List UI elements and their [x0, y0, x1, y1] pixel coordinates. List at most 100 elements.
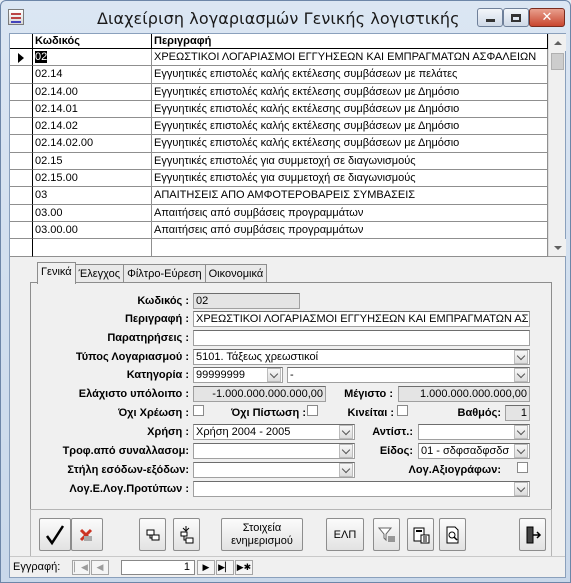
max-balance-field[interactable]: 1.000.000.000.000,00	[398, 386, 530, 402]
income-column-combo[interactable]	[193, 462, 355, 478]
min-balance-field[interactable]: -1.000.000.000.000,00	[193, 386, 326, 402]
cell-description[interactable]: Εγγυητικές επιστολές καλής εκτέλεσης συμ…	[152, 83, 548, 101]
cell-code[interactable]: 02.15	[33, 152, 152, 171]
table-row[interactable]: 02.14 Εγγυητικές επιστολές καλής εκτέλεση…	[10, 66, 548, 84]
cell-code[interactable]	[33, 239, 152, 257]
column-header-code[interactable]: Κωδικός	[33, 34, 152, 49]
row-selector[interactable]	[10, 135, 33, 153]
minimize-button[interactable]	[477, 8, 503, 27]
row-selector-header[interactable]	[10, 34, 33, 49]
row-selector[interactable]	[10, 170, 33, 188]
maximize-button[interactable]	[503, 8, 529, 27]
first-record-icon[interactable]: ▏◀	[72, 560, 90, 575]
cell-description[interactable]: Εγγυητικές επιστολές καλής εκτέλεσης συμ…	[152, 100, 548, 119]
title-bar[interactable]: Διαχείριση λογαριασμών Γενικής λογιστική…	[1, 1, 570, 33]
confirm-button[interactable]	[39, 518, 71, 551]
cell-description[interactable]: Εγγυητικές επιστολές καλής εκτέλεσης συμ…	[152, 118, 548, 136]
chevron-down-icon[interactable]	[514, 350, 528, 364]
cell-code[interactable]: 02.14	[33, 66, 152, 84]
cell-code[interactable]: 02.14.02	[33, 118, 152, 136]
no-debit-checkbox[interactable]	[193, 405, 204, 416]
cell-code[interactable]: 02.15.00	[33, 170, 152, 188]
table-row[interactable]: 02.14.00 Εγγυητικές επιστολές καλής εκτέλ…	[10, 83, 548, 101]
remarks-field[interactable]	[193, 330, 530, 346]
new-record-icon[interactable]: ▶✱	[235, 560, 253, 575]
column-header-description[interactable]: Περιγραφή	[152, 34, 548, 49]
chevron-down-icon[interactable]	[514, 482, 528, 496]
tab-general[interactable]: Γενικά	[37, 262, 76, 284]
moves-checkbox[interactable]	[397, 405, 408, 416]
cell-description[interactable]	[152, 239, 548, 257]
scroll-thumb[interactable]	[551, 53, 564, 70]
row-selector[interactable]	[10, 221, 33, 240]
scroll-down-icon[interactable]	[549, 239, 566, 256]
cell-code[interactable]: 02	[33, 49, 152, 67]
next-record-icon[interactable]: ▶	[197, 560, 215, 575]
update-info-button[interactable]: Στοιχεία ενημερισμού	[221, 518, 303, 551]
table-row[interactable]: 02.15.00 Εγγυητικές επιστολές για συμμετο…	[10, 170, 548, 188]
table-row[interactable]: 02.14.02.00 Εγγυητικές επιστολές καλής εκ…	[10, 135, 548, 153]
previous-record-icon[interactable]: ◀	[91, 560, 109, 575]
filter-button[interactable]	[373, 518, 400, 551]
tree-structure-button[interactable]	[173, 518, 200, 551]
table-row[interactable]: 02 ΧΡΕΩΣΤΙΚΟΙ ΛΟΓΑΡΙΑΣΜΟΙ ΕΓΓΥΗΣΕΩΝ ΚΑΙ Ε…	[10, 49, 548, 67]
chevron-down-icon[interactable]	[514, 368, 528, 382]
cell-description[interactable]: Εγγυητικές επιστολές για συμμετοχή σε δι…	[152, 170, 548, 188]
cell-description[interactable]: Εγγυητικές επιστολές καλής εκτέλεσης συμ…	[152, 66, 548, 84]
row-selector[interactable]	[10, 204, 33, 222]
elp-button[interactable]: ΕΛΠ	[326, 518, 364, 551]
chevron-down-icon[interactable]	[267, 368, 281, 382]
cell-code[interactable]: 02.14.01	[33, 100, 152, 119]
table-row[interactable]: 03.00.00 Απαιτήσεις από συμβάσεις προγραμ…	[10, 221, 548, 240]
table-row[interactable]: 03.00 Απαιτήσεις από συμβάσεις προγραμμάτ…	[10, 204, 548, 222]
feed-combo[interactable]	[193, 443, 355, 459]
row-selector[interactable]	[10, 118, 33, 136]
no-credit-checkbox[interactable]	[307, 405, 318, 416]
cell-description[interactable]: ΧΡΕΩΣΤΙΚΟΙ ΛΟΓΑΡΙΑΣΜΟΙ ΕΓΓΥΗΣΕΩΝ ΚΑΙ ΕΜΠ…	[152, 49, 548, 67]
cancel-button[interactable]	[71, 518, 103, 551]
cell-code[interactable]: 02.14.02.00	[33, 135, 152, 153]
tab-financial[interactable]: Οικονομικά	[204, 264, 268, 284]
degree-field[interactable]: 1	[505, 405, 530, 421]
valuation-checkbox[interactable]	[517, 462, 528, 473]
exit-button[interactable]	[519, 518, 546, 551]
cell-code[interactable]: 03.00.00	[33, 221, 152, 240]
row-selector[interactable]	[10, 239, 33, 257]
chevron-down-icon[interactable]	[339, 444, 353, 458]
row-selector[interactable]	[10, 152, 33, 171]
tab-check[interactable]: Έλεγχος	[74, 264, 125, 284]
chevron-down-icon[interactable]	[339, 425, 353, 439]
row-selector[interactable]	[10, 66, 33, 84]
model-account-combo[interactable]	[193, 481, 530, 497]
chevron-down-icon[interactable]	[514, 444, 528, 458]
row-selector[interactable]	[10, 100, 33, 119]
copy-records-button[interactable]	[139, 518, 166, 551]
calculator-button[interactable]	[407, 518, 434, 551]
scroll-up-icon[interactable]	[549, 34, 566, 51]
current-record-indicator[interactable]	[10, 49, 33, 67]
chevron-down-icon[interactable]	[339, 463, 353, 477]
table-row[interactable]	[10, 239, 548, 257]
account-type-combo[interactable]: 5101. Τάξεως χρεωστικοί	[193, 349, 530, 365]
row-selector[interactable]	[10, 187, 33, 205]
table-row[interactable]: 03 ΑΠΑΙΤΗΣΕΙΣ ΑΠΟ ΑΜΦΟΤΕΡΟΒΑΡΕΙΣ ΣΥΜΒΑΣΕΙ…	[10, 187, 548, 205]
cell-code[interactable]: 03.00	[33, 204, 152, 222]
cell-code[interactable]: 03	[33, 187, 152, 205]
print-preview-button[interactable]	[439, 518, 466, 551]
table-row[interactable]: 02.15 Εγγυητικές επιστολές για συμμετοχή …	[10, 152, 548, 171]
cell-description[interactable]: Εγγυητικές επιστολές καλής εκτέλεσης συμ…	[152, 135, 548, 153]
last-record-icon[interactable]: ▶▏	[216, 560, 234, 575]
cell-code[interactable]: 02.14.00	[33, 83, 152, 101]
category-name-combo[interactable]: -	[287, 367, 530, 383]
code-field[interactable]: 02	[193, 293, 300, 309]
row-selector[interactable]	[10, 83, 33, 101]
cell-description[interactable]: Απαιτήσεις από συμβάσεις προγραμμάτων	[152, 204, 548, 222]
description-field[interactable]: ΧΡΕΩΣΤΙΚΟΙ ΛΟΓΑΡΙΑΣΜΟΙ ΕΓΓΥΗΣΕΩΝ ΚΑΙ ΕΜΠ…	[193, 311, 530, 327]
table-row[interactable]: 02.14.01 Εγγυητικές επιστολές καλής εκτέλ…	[10, 100, 548, 119]
grid-vertical-scrollbar[interactable]	[548, 34, 566, 256]
close-button[interactable]: ✕	[529, 8, 565, 27]
tab-filter-search[interactable]: Φίλτρο-Εύρεση	[123, 264, 206, 284]
record-number-field[interactable]: 1	[121, 560, 195, 575]
cell-description[interactable]: Απαιτήσεις από συμβάσεις προγραμμάτων	[152, 221, 548, 240]
chevron-down-icon[interactable]	[514, 425, 528, 439]
